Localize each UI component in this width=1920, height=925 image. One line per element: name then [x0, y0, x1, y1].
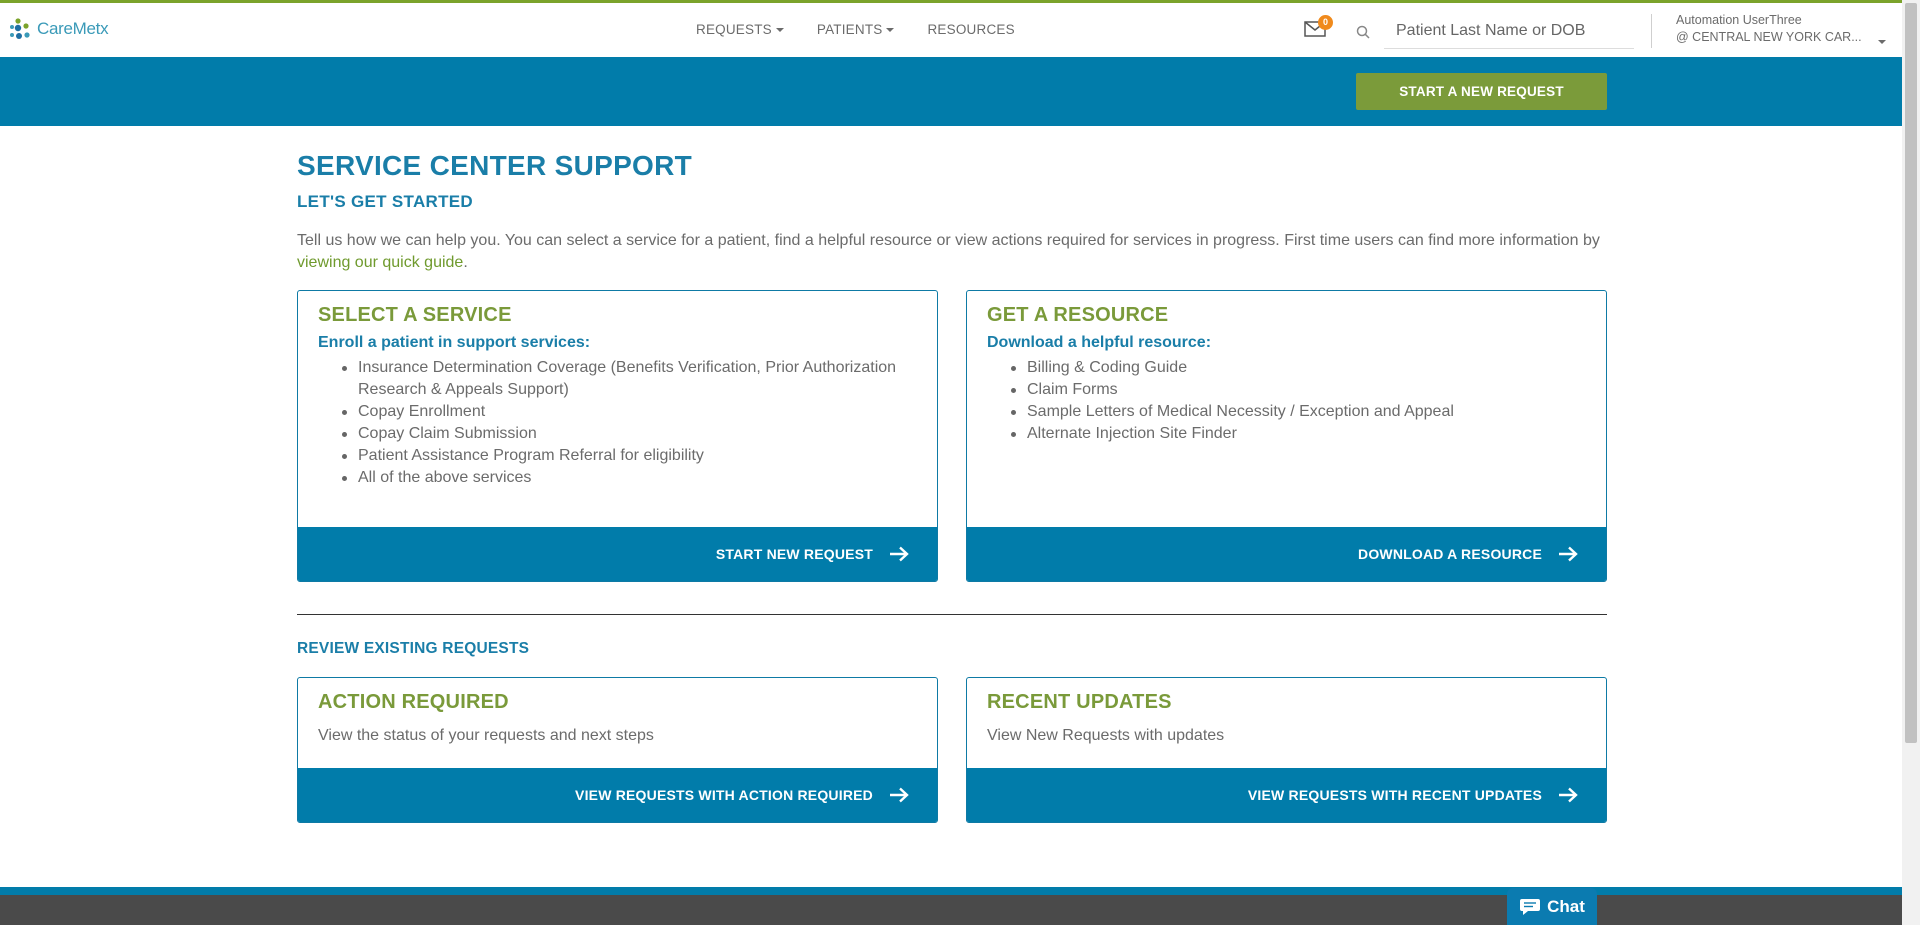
nav-patients[interactable]: PATIENTS: [817, 22, 895, 37]
page-title: SERVICE CENTER SUPPORT: [297, 150, 693, 181]
nav-resources-label: RESOURCES: [927, 22, 1015, 37]
chat-label: Chat: [1547, 896, 1585, 916]
logo-text: CareMetx: [37, 19, 109, 38]
download-resource-action[interactable]: DOWNLOAD A RESOURCE: [967, 527, 1606, 581]
intro-end: .: [463, 254, 468, 271]
nav-resources[interactable]: RESOURCES: [927, 22, 1014, 37]
notification-badge: 0: [1318, 15, 1333, 30]
list-item: Patient Assistance Program Referral for …: [338, 445, 918, 467]
recent-updates-card: RECENT UPDATES View New Requests with up…: [966, 677, 1607, 823]
action-band: [0, 57, 1902, 126]
messages-button[interactable]: 0: [1304, 15, 1333, 42]
header-divider: [1651, 14, 1652, 48]
list-item: Insurance Determination Coverage (Benefi…: [338, 357, 918, 401]
nav-patients-label: PATIENTS: [816, 22, 883, 37]
card-title: RECENT UPDATES: [987, 691, 1172, 713]
arrow-right-icon: [890, 546, 909, 562]
card-subtitle: Download a helpful resource:: [987, 334, 1212, 351]
quick-guide-link[interactable]: viewing our quick guide: [297, 254, 463, 271]
page-footer: [0, 887, 1902, 925]
intro-text: Tell us how we can help you. You can sel…: [297, 232, 1600, 249]
card-text: View New Requests with updates: [987, 727, 1225, 744]
list-item: Copay Claim Submission: [338, 423, 918, 445]
list-item: Billing & Coding Guide: [1007, 357, 1587, 379]
main-nav: REQUESTS PATIENTS RESOURCES: [696, 22, 1015, 37]
action-label: VIEW REQUESTS WITH ACTION REQUIRED: [575, 787, 873, 803]
top-header: CareMetx REQUESTS PATIENTS RESOURCES 0 A…: [0, 3, 1902, 57]
action-label: DOWNLOAD A RESOURCE: [1358, 546, 1542, 562]
user-name: Automation UserThree: [1676, 13, 1802, 27]
nav-requests[interactable]: REQUESTS: [696, 22, 784, 37]
section-divider: [297, 614, 1607, 615]
view-recent-updates-action[interactable]: VIEW REQUESTS WITH RECENT UPDATES: [967, 768, 1606, 822]
get-resource-card: GET A RESOURCE Download a helpful resour…: [966, 290, 1607, 582]
chat-bubble-icon: [1520, 898, 1541, 915]
scrollbar-thumb[interactable]: [1905, 3, 1917, 743]
arrow-right-icon: [1559, 546, 1578, 562]
list-item: Alternate Injection Site Finder: [1007, 423, 1587, 445]
card-subtitle: Enroll a patient in support services:: [318, 334, 591, 351]
list-item: Claim Forms: [1007, 379, 1587, 401]
chat-button[interactable]: Chat: [1507, 888, 1597, 925]
logo-dots-icon: [10, 18, 30, 39]
search-icon[interactable]: [1356, 25, 1370, 44]
action-label: START NEW REQUEST: [715, 546, 873, 562]
card-title: GET A RESOURCE: [987, 304, 1169, 326]
select-service-card: SELECT A SERVICE Enroll a patient in sup…: [297, 290, 938, 582]
review-section-title: REVIEW EXISTING REQUESTS: [297, 640, 530, 657]
service-list: Insurance Determination Coverage (Benefi…: [338, 357, 918, 489]
list-item: Sample Letters of Medical Necessity / Ex…: [1007, 401, 1587, 423]
page-scrollbar[interactable]: [1902, 0, 1920, 925]
nav-requests-label: REQUESTS: [696, 22, 772, 37]
page-subtitle: LET'S GET STARTED: [297, 192, 473, 211]
view-action-required-action[interactable]: VIEW REQUESTS WITH ACTION REQUIRED: [298, 768, 937, 822]
list-item: All of the above services: [338, 467, 918, 489]
patient-search-input[interactable]: [1384, 13, 1634, 49]
arrow-right-icon: [890, 787, 909, 803]
user-organization: @ CENTRAL NEW YORK CAR...: [1676, 30, 1862, 44]
arrow-right-icon: [1559, 787, 1578, 803]
resource-list: Billing & Coding Guide Claim Forms Sampl…: [1007, 357, 1587, 445]
caremetx-logo[interactable]: CareMetx: [8, 17, 109, 41]
start-new-request-button[interactable]: START A NEW REQUEST: [1356, 73, 1607, 110]
user-menu-chevron-icon[interactable]: [1878, 40, 1886, 44]
chevron-down-icon: [886, 27, 895, 32]
intro-paragraph: Tell us how we can help you. You can sel…: [297, 230, 1607, 274]
card-title: ACTION REQUIRED: [318, 691, 509, 713]
card-title: SELECT A SERVICE: [318, 304, 512, 326]
action-label: VIEW REQUESTS WITH RECENT UPDATES: [1247, 787, 1542, 803]
action-required-card: ACTION REQUIRED View the status of your …: [297, 677, 938, 823]
chevron-down-icon: [775, 27, 784, 32]
user-menu[interactable]: Automation UserThree @ CENTRAL NEW YORK …: [1676, 12, 1862, 45]
start-new-request-action[interactable]: START NEW REQUEST: [298, 527, 937, 581]
card-text: View the status of your requests and nex…: [318, 727, 654, 744]
list-item: Copay Enrollment: [338, 401, 918, 423]
